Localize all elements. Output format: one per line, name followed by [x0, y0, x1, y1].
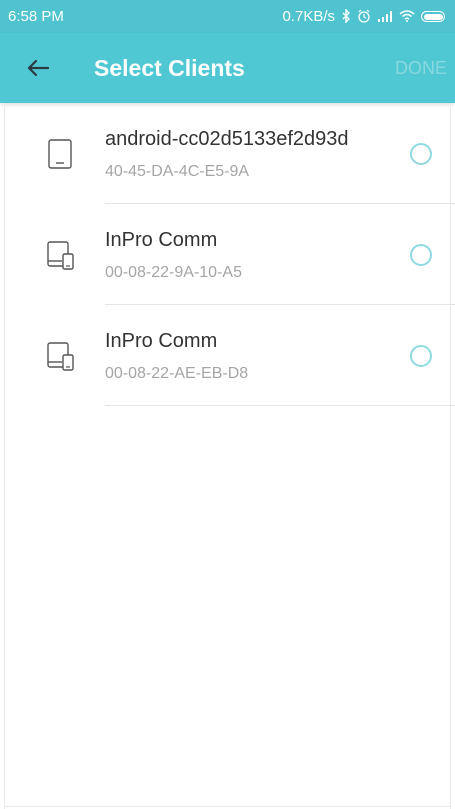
- status-bar: 6:58 PM 0.7KB/s: [0, 0, 455, 33]
- battery-icon: [421, 11, 445, 22]
- divider: [105, 405, 455, 406]
- client-row[interactable]: InPro Comm 00-08-22-9A-10-A5: [0, 204, 455, 305]
- app-bar: Select Clients DONE: [0, 33, 455, 103]
- client-name: android-cc02d5133ef2d93d: [105, 128, 349, 150]
- frame-edge-bottom: [4, 806, 451, 807]
- signal-icon: [377, 10, 393, 24]
- network-speed: 0.7KB/s: [282, 8, 335, 25]
- page-title: Select Clients: [94, 54, 245, 81]
- client-name: InPro Comm: [105, 229, 218, 251]
- done-button[interactable]: DONE: [395, 58, 447, 79]
- frame-edge-right: [450, 103, 451, 809]
- status-indicators: 0.7KB/s: [282, 7, 445, 25]
- client-mac: 00-08-22-9A-10-A5: [105, 264, 242, 281]
- wifi-icon: [399, 9, 415, 24]
- alarm-icon: [357, 9, 371, 25]
- tablet-icon: [48, 139, 72, 169]
- client-list: android-cc02d5133ef2d93d 40-45-DA-4C-E5-…: [0, 103, 455, 406]
- client-mac: 00-08-22-AE-EB-D8: [105, 365, 249, 382]
- multi-device-icon: [47, 241, 74, 270]
- back-button[interactable]: [18, 48, 58, 88]
- client-row[interactable]: InPro Comm 00-08-22-AE-EB-D8: [0, 305, 455, 406]
- arrow-left-icon: [27, 59, 49, 77]
- frame-edge-left: [4, 103, 5, 809]
- client-row[interactable]: android-cc02d5133ef2d93d 40-45-DA-4C-E5-…: [0, 103, 455, 204]
- bluetooth-icon: [341, 7, 351, 25]
- client-mac: 40-45-DA-4C-E5-9A: [105, 163, 250, 180]
- select-radio[interactable]: [410, 345, 432, 367]
- multi-device-icon: [47, 342, 74, 371]
- client-name: InPro Comm: [105, 330, 218, 352]
- status-time: 6:58 PM: [8, 8, 64, 25]
- select-radio[interactable]: [410, 244, 432, 266]
- select-radio[interactable]: [410, 143, 432, 165]
